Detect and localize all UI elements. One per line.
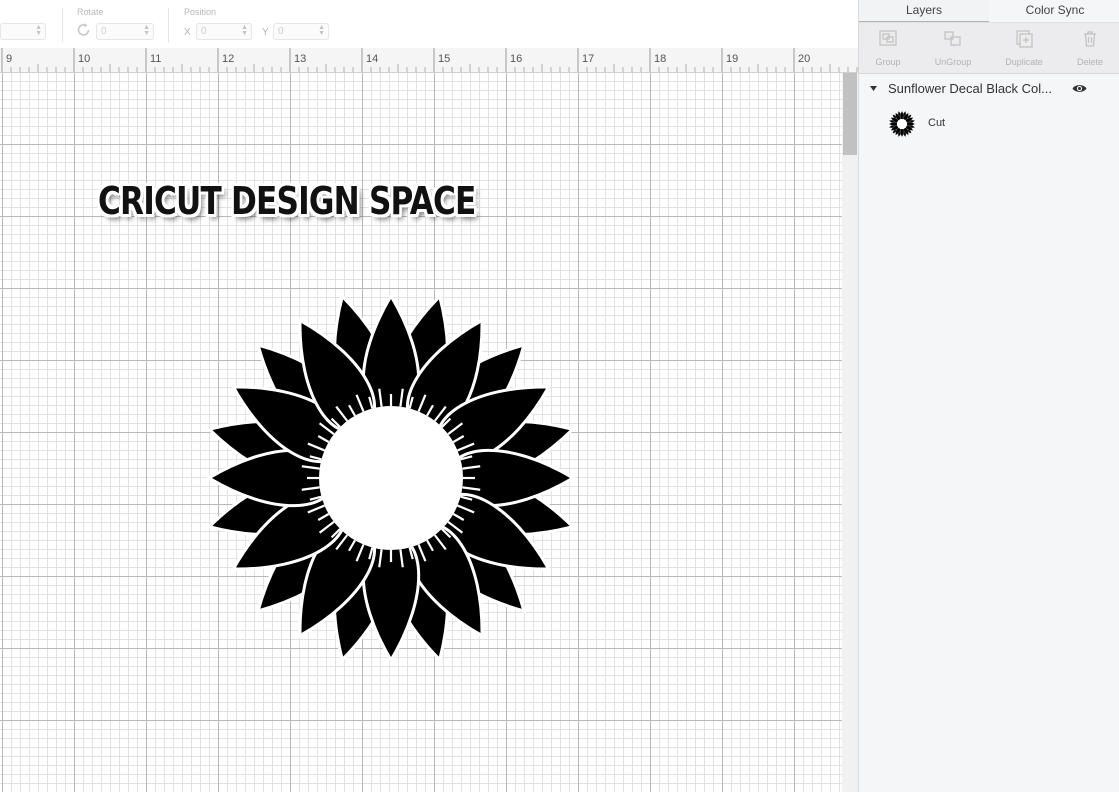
ruler-label: 13 bbox=[294, 53, 306, 65]
layer-row-cut[interactable]: Cut bbox=[859, 108, 1119, 140]
rotate-icon[interactable] bbox=[76, 22, 92, 38]
delete-label: Delete bbox=[1076, 57, 1103, 67]
ruler-label: 10 bbox=[78, 53, 90, 65]
layers-panel: Layers Color Sync Group UnGroup Duplicat… bbox=[858, 0, 1119, 792]
toolbar-divider bbox=[62, 8, 63, 42]
x-position-input[interactable]: 0 ▲ ▼ bbox=[196, 23, 252, 40]
ruler-label: 14 bbox=[366, 53, 378, 65]
edit-toolbar: 0 ▲▼ Rotate 0 ▲▼ Position X 0 ▲▼ Y 0 ▲▼ bbox=[0, 0, 858, 48]
watermark-text: CRICUT DESIGN SPACE bbox=[98, 179, 476, 223]
duplicate-icon bbox=[1016, 30, 1033, 48]
x-label: X bbox=[184, 27, 191, 38]
layer-toolbar: Group UnGroup Duplicate Delete bbox=[859, 22, 1119, 74]
ruler-ticks: 9 10 11 12 13 14 15 16 17 18 19 20 bbox=[1, 48, 858, 72]
spinner-arrows-icon: ▲ ▼ bbox=[35, 24, 42, 37]
ruler-label: 20 bbox=[798, 53, 810, 65]
y-position-value: 0 bbox=[278, 26, 284, 37]
horizontal-ruler: 9 10 11 12 13 14 15 16 17 18 19 20 bbox=[0, 48, 858, 73]
x-position-value: 0 bbox=[201, 26, 207, 37]
delete-button[interactable]: Delete bbox=[1057, 23, 1119, 73]
layer-group-name: Sunflower Decal Black Col... bbox=[888, 81, 1053, 96]
scrollbar-thumb[interactable] bbox=[843, 73, 857, 155]
rotate-value: 0 bbox=[101, 26, 107, 37]
ungroup-icon bbox=[944, 31, 961, 46]
ungroup-button[interactable]: UnGroup bbox=[920, 23, 986, 73]
ruler-label: 9 bbox=[6, 53, 12, 65]
tab-layers[interactable]: Layers bbox=[859, 0, 989, 23]
position-label: Position bbox=[184, 7, 217, 17]
sunflower-thumbnail-icon bbox=[888, 110, 916, 138]
group-icon bbox=[879, 30, 897, 46]
sunflower-design[interactable] bbox=[195, 292, 587, 666]
group-button[interactable]: Group bbox=[855, 23, 921, 73]
sunflower-center bbox=[319, 406, 463, 550]
duplicate-button[interactable]: Duplicate bbox=[991, 23, 1057, 73]
ruler-label: 11 bbox=[150, 53, 161, 65]
eye-icon[interactable] bbox=[1072, 83, 1087, 94]
canvas-scrollbar[interactable] bbox=[842, 73, 858, 792]
duplicate-label: Duplicate bbox=[1005, 57, 1043, 67]
ungroup-label: UnGroup bbox=[934, 57, 972, 67]
caret-down-icon[interactable] bbox=[869, 85, 878, 92]
spinner-arrows-icon: ▲ ▼ bbox=[241, 24, 248, 37]
y-label: Y bbox=[262, 27, 269, 38]
ruler-label: 19 bbox=[726, 53, 738, 65]
group-label: Group bbox=[875, 57, 901, 67]
layer-group-row[interactable]: Sunflower Decal Black Col... bbox=[859, 76, 1119, 102]
ruler-label: 15 bbox=[438, 53, 450, 65]
layer-operation-label: Cut bbox=[928, 117, 946, 129]
trash-icon bbox=[1084, 31, 1096, 47]
design-canvas[interactable]: CRICUT DESIGN SPACE bbox=[0, 73, 842, 792]
ruler-label: 12 bbox=[222, 53, 234, 65]
panel-tabs: Layers Color Sync bbox=[859, 0, 1119, 23]
rotate-label: Rotate bbox=[77, 7, 104, 17]
spinner-arrows-icon: ▲ ▼ bbox=[318, 24, 325, 37]
rotate-input[interactable]: 0 ▲ ▼ bbox=[96, 23, 154, 40]
ruler-label: 18 bbox=[654, 53, 666, 65]
toolbar-divider bbox=[168, 8, 169, 42]
ruler-label: 16 bbox=[510, 53, 522, 65]
y-position-input[interactable]: 0 ▲ ▼ bbox=[273, 23, 329, 40]
spinner-arrows-icon: ▲ ▼ bbox=[143, 24, 150, 37]
partial-spinner-input[interactable]: 0 ▲▼ bbox=[0, 23, 46, 40]
sunflower-center bbox=[896, 118, 908, 130]
tab-color-sync[interactable]: Color Sync bbox=[990, 0, 1119, 21]
ruler-label: 17 bbox=[582, 53, 594, 65]
